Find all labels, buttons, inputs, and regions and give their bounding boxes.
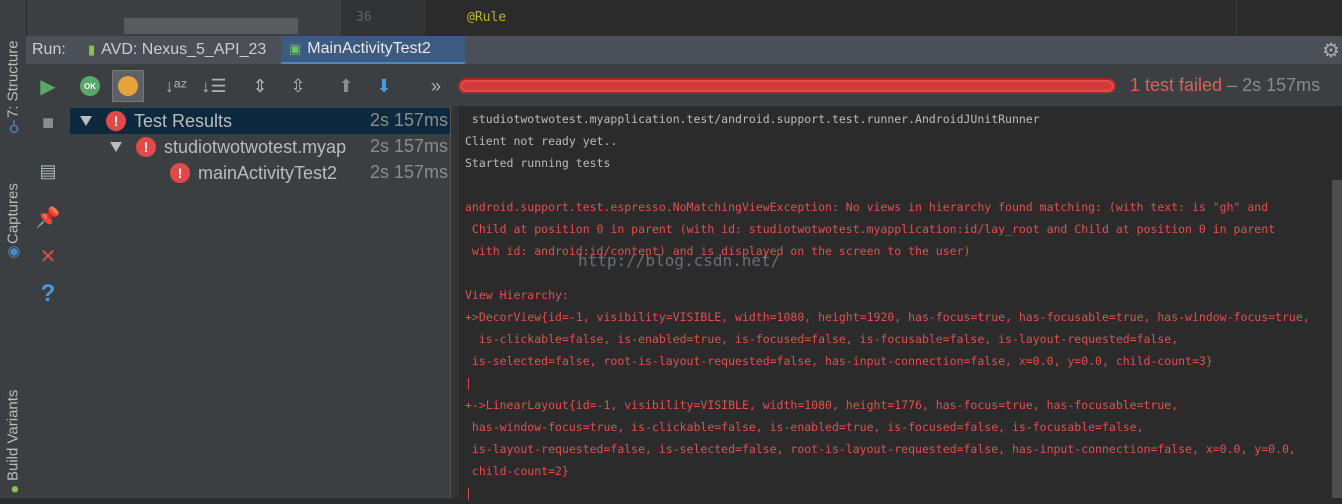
captures-tab-label: Captures — [4, 183, 22, 244]
error-icon: ! — [136, 137, 156, 157]
help-icon: ? — [40, 280, 56, 307]
console-line: Client not ready yet.. — [465, 134, 618, 148]
tree-row-test-results[interactable]: ! Test Results — [80, 108, 232, 134]
sort-alpha-button[interactable]: ↓ᵃᶻ — [160, 70, 192, 102]
console-error-line: +>DecorView{id=-1, visibility=VISIBLE, w… — [465, 310, 1310, 324]
sort-duration-icon: ↓☰ — [201, 75, 227, 96]
console-line: studiotwotwotest.myapplication.test/andr… — [465, 112, 1040, 126]
editor-gutter — [341, 0, 426, 36]
expand-arrow-icon — [110, 142, 122, 152]
play-icon: ▶ — [40, 75, 56, 98]
tree-row-package[interactable]: ! studiotwotwotest.myap — [110, 134, 364, 160]
close-icon: ✕ — [39, 245, 57, 268]
test-status-time: – 2s 157ms — [1222, 75, 1321, 95]
show-passed-button[interactable]: OK — [74, 70, 106, 102]
android-icon: ● — [6, 481, 24, 498]
previous-failed-button[interactable]: ⬆ — [330, 70, 362, 102]
more-button[interactable]: » — [420, 70, 452, 102]
run-label: Run: — [32, 41, 66, 58]
collapse-all-button[interactable]: ⇳ — [282, 70, 314, 102]
structure-tab-label: 7: Structure — [4, 40, 22, 118]
captures-tool-tab[interactable]: ◉ Captures — [3, 170, 24, 262]
tab-avd[interactable]: ▮ AVD: Nexus_5_API_23 — [80, 36, 278, 64]
console-error-line: has-window-focus=true, is-clickable=fals… — [465, 420, 1144, 434]
show-ignored-button[interactable] — [112, 70, 144, 102]
build-variants-tool-tab[interactable]: ● Build Variants — [3, 378, 24, 498]
horizontal-scrollbar[interactable] — [124, 18, 298, 34]
android-device-icon: ▮ — [88, 42, 96, 57]
stop-icon: ■ — [41, 111, 55, 134]
expand-all-button[interactable]: ⇕ — [244, 70, 276, 102]
console-gutter — [451, 106, 459, 498]
line-number: 36 — [356, 10, 372, 25]
build-variants-tab-label: Build Variants — [4, 389, 22, 481]
structure-tool-tab[interactable]: ⚲ 7: Structure — [3, 26, 24, 136]
console-error-line: android.support.test.espresso.NoMatching… — [465, 200, 1269, 214]
tree-row-test-method[interactable]: ! mainActivityTest2 — [170, 160, 337, 186]
code-annotation: @Rule — [467, 10, 507, 25]
rerun-button[interactable]: ▶ — [26, 70, 70, 102]
pin-icon: 📌 — [35, 206, 61, 229]
console-error-line: View Hierarchy: — [465, 288, 569, 302]
captures-icon: ◉ — [6, 244, 23, 262]
test-status-failed: 1 test failed — [1130, 75, 1223, 95]
tab-main-activity-test[interactable]: ▣ MainActivityTest2 — [281, 36, 465, 64]
pin-button[interactable]: 📌 — [26, 201, 70, 233]
error-icon: ! — [170, 163, 190, 183]
layout-button[interactable]: ▤ — [26, 155, 70, 187]
console-error-line: | — [465, 376, 472, 390]
console-error-line: +->LinearLayout{id=-1, visibility=VISIBL… — [465, 398, 1179, 412]
next-failed-button[interactable]: ⬇ — [368, 70, 400, 102]
tree-row-time: 2s 157ms — [370, 136, 449, 156]
expand-arrow-icon — [80, 116, 92, 126]
test-status: 1 test failed – 2s 157ms — [1130, 75, 1320, 96]
tab-avd-label: AVD: Nexus_5_API_23 — [101, 41, 267, 58]
tree-row-label: Test Results — [134, 110, 233, 131]
gear-icon[interactable]: ⚙ — [1322, 38, 1340, 63]
error-icon: ! — [106, 111, 126, 131]
arrow-up-icon: ⬆ — [338, 75, 354, 96]
arrow-down-icon: ⬇ — [376, 75, 392, 96]
structure-icon: ⚲ — [6, 118, 23, 136]
console-error-line: Child at position 0 in parent (with id: … — [465, 222, 1276, 236]
test-config-icon: ▣ — [289, 41, 302, 56]
help-button[interactable]: ? — [26, 278, 70, 310]
stop-button[interactable]: ■ — [26, 107, 70, 139]
test-progress-fill — [462, 82, 1112, 90]
expand-all-icon: ⇕ — [252, 75, 268, 96]
console-error-line: is-selected=false, root-is-layout-reques… — [465, 354, 1213, 368]
tree-row-label: studiotwotwotest.myap — [164, 136, 347, 157]
collapse-all-icon: ⇳ — [290, 75, 306, 96]
console-line: Started running tests — [465, 156, 611, 170]
console-error-line: is-clickable=false, is-enabled=true, is-… — [465, 332, 1179, 346]
sort-alpha-icon: ↓ᵃᶻ — [164, 75, 188, 96]
layout-icon: ▤ — [39, 160, 57, 181]
console-error-line: child-count=2} — [465, 464, 569, 478]
chevron-right-icon: » — [430, 75, 441, 96]
watermark: http://blog.csdn.net/ — [578, 251, 781, 270]
console-error-line: is-layout-requested=false, is-selected=f… — [465, 442, 1296, 456]
tab-main-label: MainActivityTest2 — [307, 40, 431, 57]
left-tool-strip: ⚲ 7: Structure ◉ Captures ● Build Varian… — [0, 0, 27, 498]
close-button[interactable]: ✕ — [26, 240, 70, 272]
vertical-scrollbar[interactable] — [1332, 180, 1342, 498]
sort-duration-button[interactable]: ↓☰ — [198, 70, 230, 102]
right-margin-guide — [1236, 0, 1237, 36]
ok-icon: OK — [80, 76, 100, 96]
tree-row-time: 2s 157ms — [370, 162, 449, 182]
tree-row-time: 2s 157ms — [370, 110, 449, 130]
tree-row-label: mainActivityTest2 — [198, 162, 338, 183]
console-error-line: | — [465, 486, 472, 500]
ignored-icon — [118, 76, 138, 96]
